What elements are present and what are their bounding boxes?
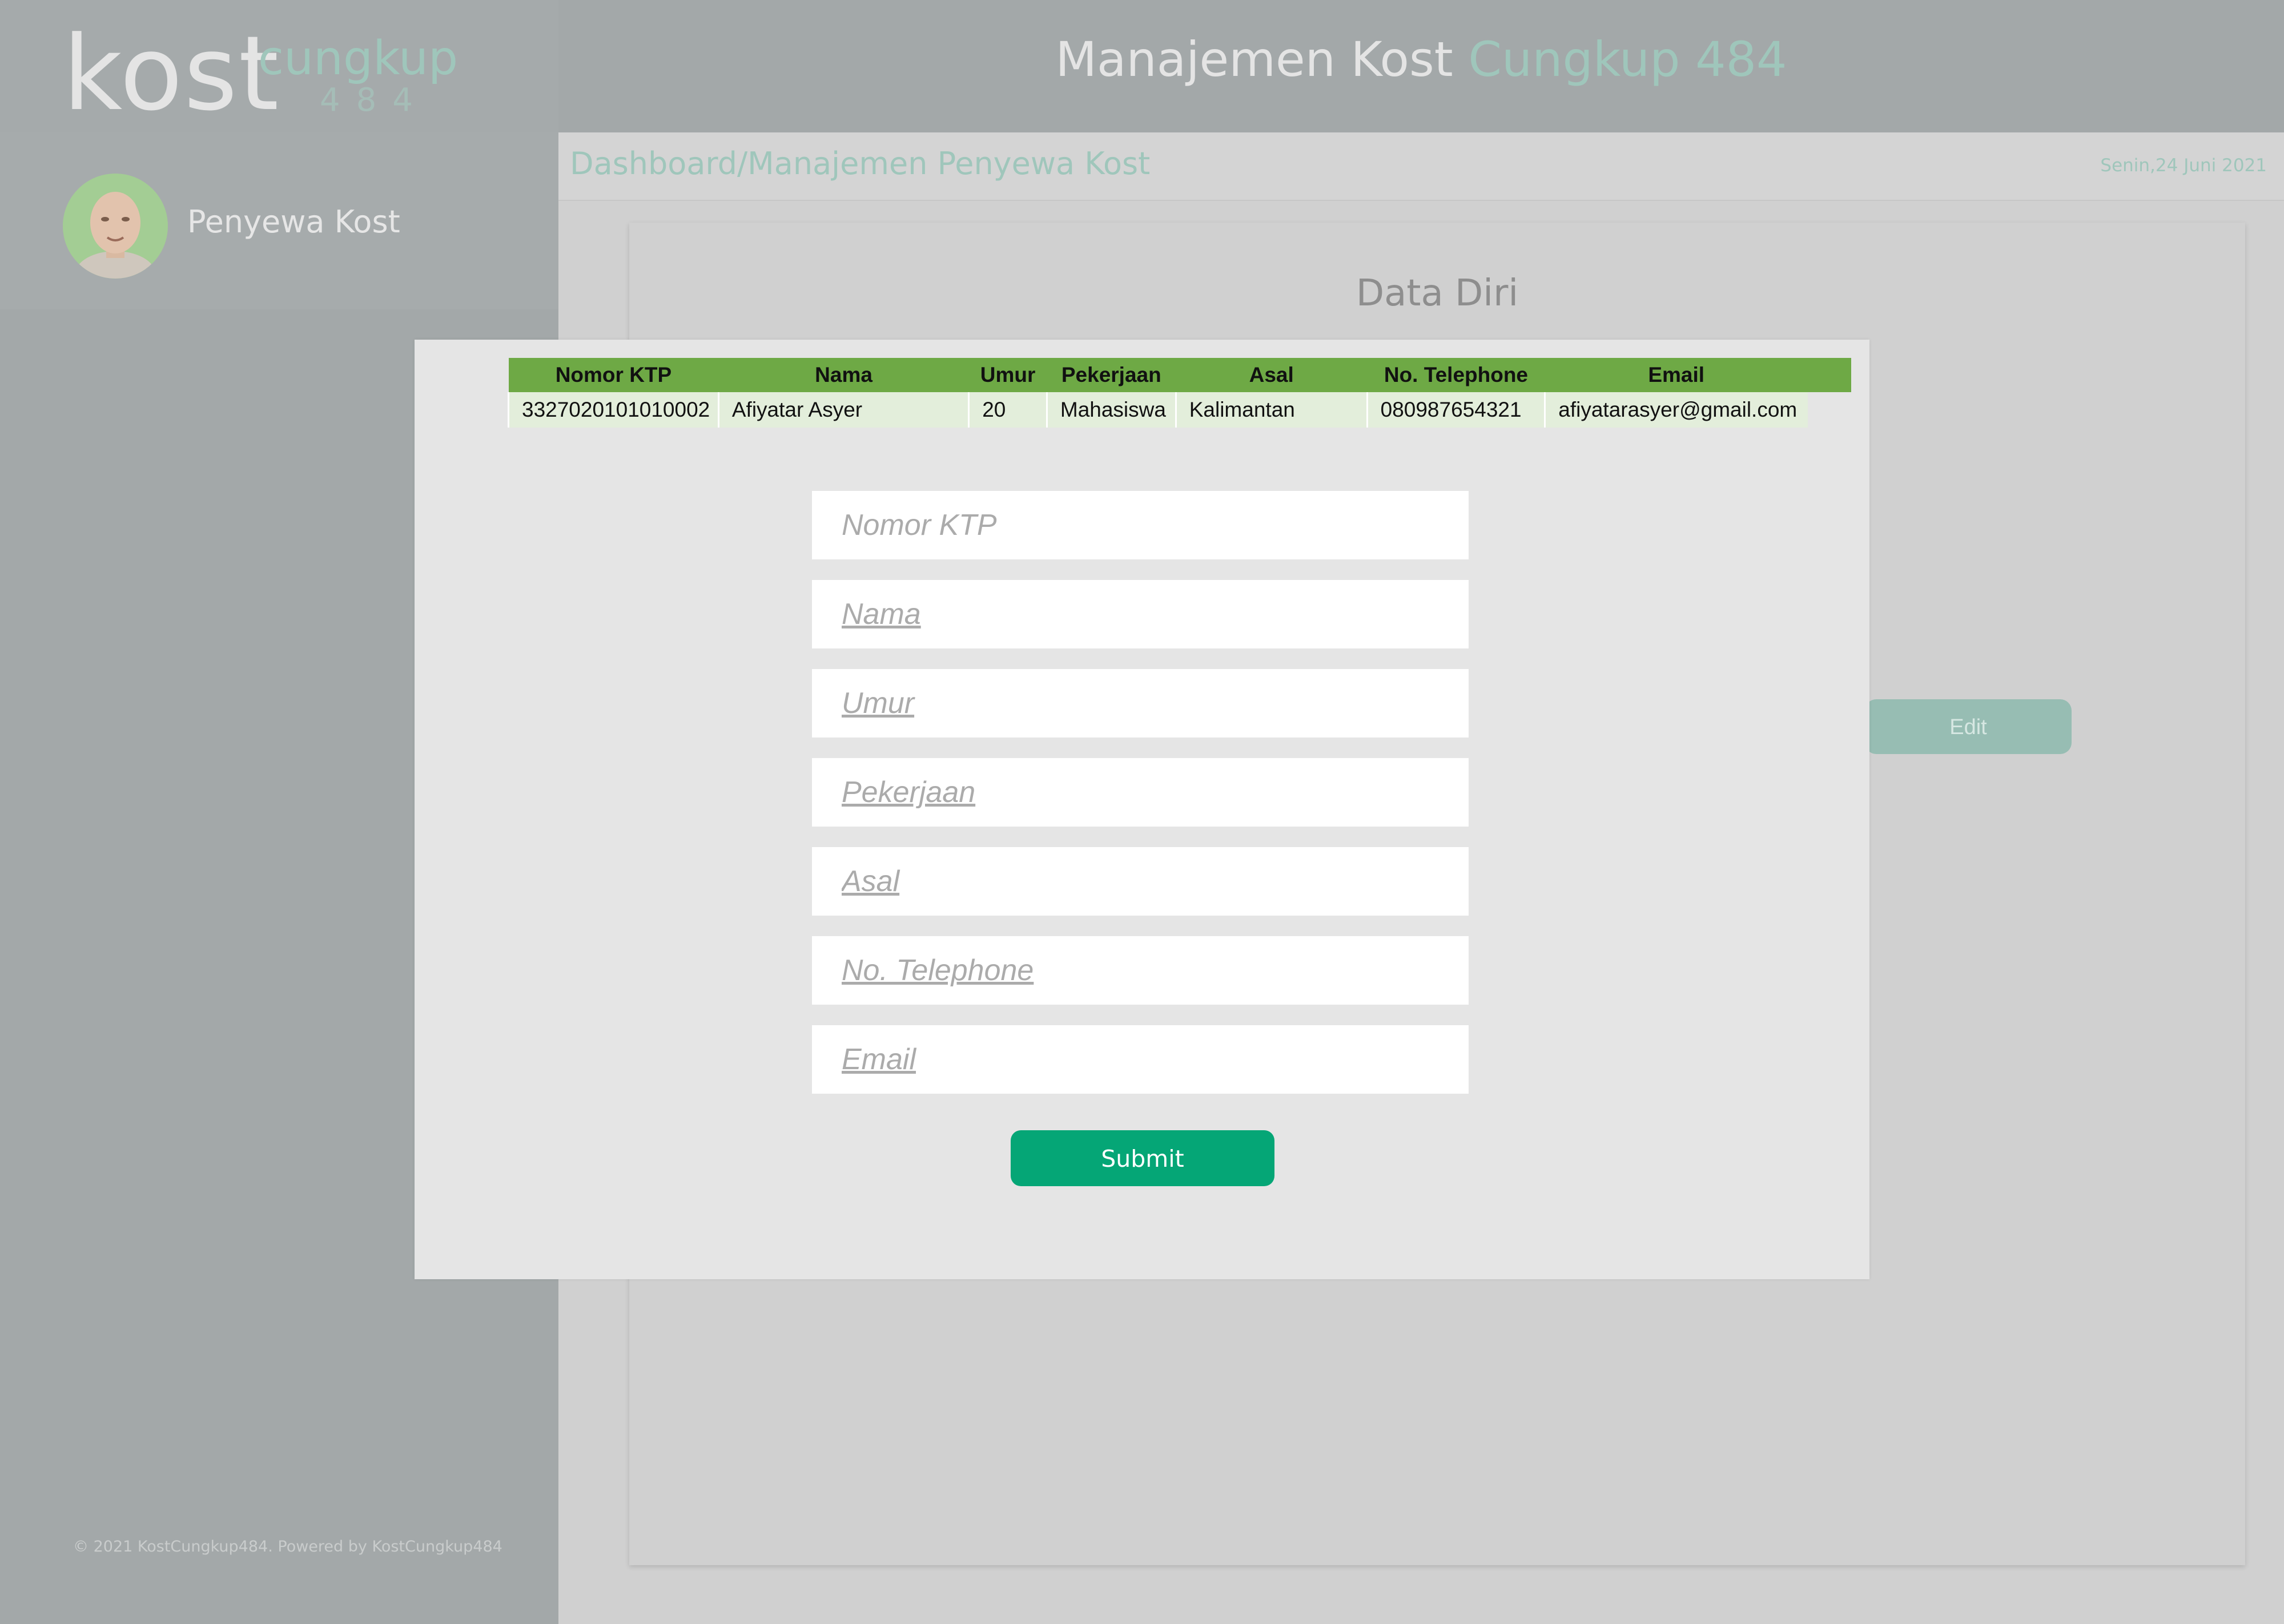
table-row: 3327020101010002 Afiyatar Asyer 20 Mahas… bbox=[508, 392, 1851, 428]
brand-cungkup-text: cungkup bbox=[258, 31, 459, 86]
avatar bbox=[63, 174, 168, 279]
current-date: Senin,24 Juni 2021 bbox=[2100, 155, 2267, 176]
brand-number-text: 484 bbox=[320, 82, 429, 119]
brand-logo[interactable]: kost cungkup 484 bbox=[0, 0, 558, 132]
table-header-umur: Umur bbox=[968, 358, 1047, 392]
nomor-ktp-field[interactable] bbox=[812, 491, 1469, 559]
table-header-nama: Nama bbox=[718, 358, 969, 392]
cell-email: afiyatarasyer@gmail.com bbox=[1544, 392, 1808, 428]
edit-button[interactable]: Edit bbox=[1865, 699, 2072, 754]
cell-umur: 20 bbox=[968, 392, 1047, 428]
page-title-accent: Cungkup 484 bbox=[1468, 31, 1787, 87]
cell-ktp: 3327020101010002 bbox=[508, 392, 719, 428]
table-header-pekerjaan: Pekerjaan bbox=[1047, 358, 1176, 392]
cell-asal: Kalimantan bbox=[1175, 392, 1368, 428]
table-header-row: Nomor KTP Nama Umur Pekerjaan Asal No. T… bbox=[508, 358, 1851, 392]
asal-field[interactable] bbox=[812, 847, 1469, 916]
page-title-main: Manajemen Kost bbox=[1055, 31, 1453, 87]
table-header-asal: Asal bbox=[1176, 358, 1368, 392]
brand-kost-text: kost bbox=[63, 14, 280, 134]
pekerjaan-field[interactable] bbox=[812, 758, 1469, 827]
page-title: Manajemen Kost Cungkup 484 bbox=[558, 35, 2284, 83]
footer-copyright: © 2021 KostCungkup484. Powered by KostCu… bbox=[73, 1538, 502, 1556]
table-header-ktp: Nomor KTP bbox=[508, 358, 719, 392]
card-title: Data Diri bbox=[1356, 272, 1519, 315]
table-header-filler bbox=[1807, 358, 1851, 392]
submit-button[interactable]: Submit bbox=[1011, 1130, 1274, 1186]
profile-section[interactable]: Penyewa Kost bbox=[0, 132, 558, 309]
breadcrumb-bar: Dashboard/Manajemen Penyewa Kost Senin,2… bbox=[558, 132, 2284, 201]
table-header-email: Email bbox=[1545, 358, 1808, 392]
cell-filler bbox=[1807, 392, 1851, 428]
profile-name: Penyewa Kost bbox=[187, 204, 400, 240]
edit-modal: Nomor KTP Nama Umur Pekerjaan Asal No. T… bbox=[415, 340, 1869, 1279]
cell-nama: Afiyatar Asyer bbox=[717, 392, 969, 428]
top-header: Manajemen Kost Cungkup 484 bbox=[558, 0, 2284, 132]
cell-pekerjaan: Mahasiswa bbox=[1046, 392, 1176, 428]
telephone-field[interactable] bbox=[812, 936, 1469, 1005]
cell-telephone: 080987654321 bbox=[1366, 392, 1545, 428]
table-header-telephone: No. Telephone bbox=[1367, 358, 1545, 392]
umur-field[interactable] bbox=[812, 669, 1469, 738]
tenant-table: Nomor KTP Nama Umur Pekerjaan Asal No. T… bbox=[508, 358, 1852, 428]
email-field[interactable] bbox=[812, 1025, 1469, 1094]
user-photo-icon bbox=[63, 174, 168, 279]
nama-field[interactable] bbox=[812, 580, 1469, 648]
breadcrumb[interactable]: Dashboard/Manajemen Penyewa Kost bbox=[570, 148, 1150, 179]
